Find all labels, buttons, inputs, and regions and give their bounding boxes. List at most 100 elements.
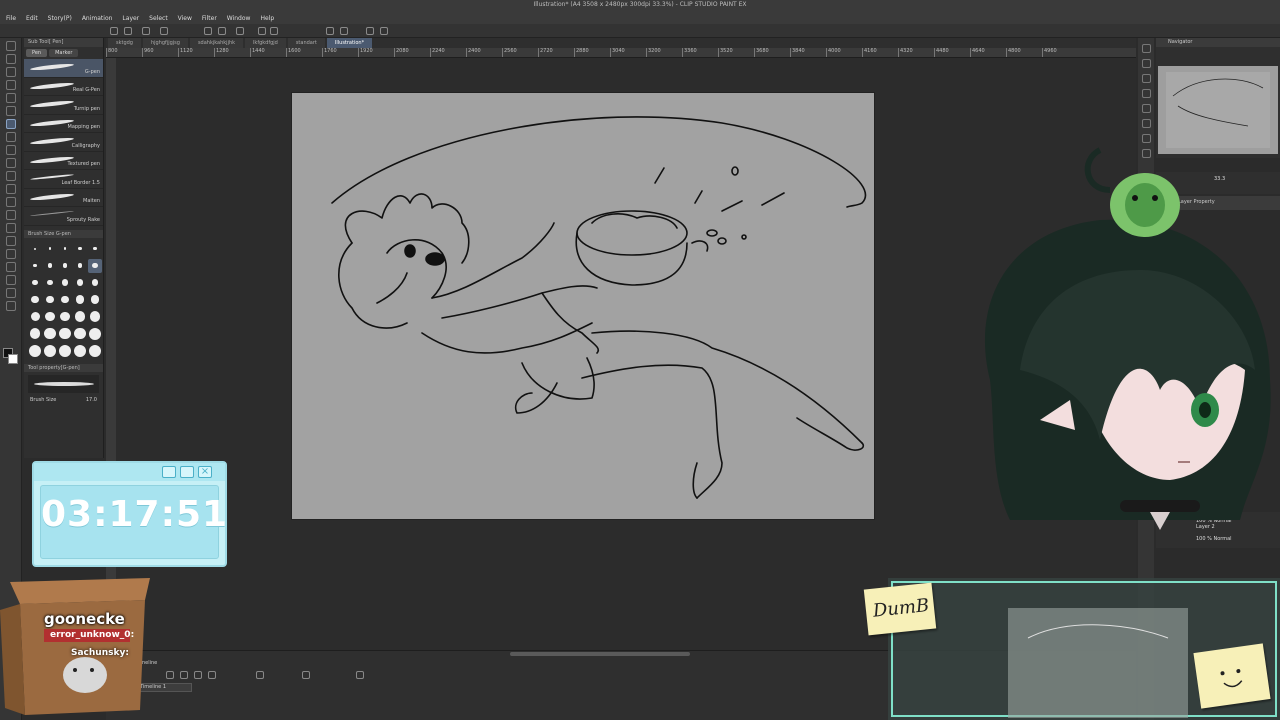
- brush-size-option[interactable]: [58, 276, 72, 290]
- brush-tool-icon[interactable]: [5, 145, 16, 155]
- menu-layer[interactable]: Layer: [122, 15, 139, 22]
- menu-filter[interactable]: Filter: [202, 15, 217, 22]
- brush-item[interactable]: Maiten: [24, 189, 103, 207]
- tab-marker[interactable]: Marker: [49, 49, 79, 57]
- navigator-icon[interactable]: [1141, 44, 1151, 53]
- blend-tool-icon[interactable]: [5, 197, 16, 207]
- layer-icon[interactable]: [366, 27, 374, 35]
- move-tool-icon[interactable]: [5, 54, 16, 64]
- doc-tab[interactable]: hjghgfjjgjsg: [142, 38, 188, 48]
- brush-size-option[interactable]: [88, 258, 102, 273]
- doc-tab[interactable]: sdahkjkahkjjhk: [189, 38, 244, 48]
- brush-size-option[interactable]: [43, 327, 57, 341]
- tab-pen[interactable]: Pen: [26, 49, 48, 57]
- keyframe-icon[interactable]: [356, 671, 364, 679]
- brush-size-option[interactable]: [73, 310, 87, 324]
- brush-item[interactable]: Mapping pen: [24, 115, 103, 133]
- brush-size-option[interactable]: [28, 242, 42, 256]
- operation-tool-icon[interactable]: [5, 67, 16, 77]
- brush-item[interactable]: Real G-Pen: [24, 78, 103, 96]
- grid-icon[interactable]: [380, 27, 388, 35]
- doc-tab[interactable]: sktgdg: [108, 38, 141, 48]
- brush-size-value[interactable]: 17.0: [86, 397, 97, 403]
- menu-help[interactable]: Help: [260, 15, 274, 22]
- fill-tool-icon[interactable]: [5, 210, 16, 220]
- doc-tab[interactable]: standart: [287, 38, 325, 48]
- brush-item[interactable]: Textured pen: [24, 152, 103, 170]
- next-frame-icon[interactable]: [208, 671, 216, 679]
- brush-size-option[interactable]: [88, 327, 102, 341]
- decoration-tool-icon[interactable]: [5, 171, 16, 181]
- brush-size-option[interactable]: [28, 293, 42, 307]
- brush-size-option[interactable]: [58, 344, 72, 358]
- menu-story[interactable]: Story(P): [48, 15, 72, 22]
- brush-size-option[interactable]: [73, 259, 87, 273]
- brush-item[interactable]: G-pen: [24, 59, 103, 78]
- gradient-tool-icon[interactable]: [5, 223, 16, 233]
- eraser-tool-icon[interactable]: [5, 184, 16, 194]
- snap-icon[interactable]: [340, 27, 348, 35]
- minimize-button[interactable]: [162, 466, 176, 478]
- stop-icon[interactable]: [180, 671, 188, 679]
- auto-select-tool-icon[interactable]: [5, 93, 16, 103]
- pencil-tool-icon[interactable]: [5, 132, 16, 142]
- zoom-tool-icon[interactable]: [5, 41, 16, 51]
- horizontal-scrollbar[interactable]: [510, 652, 690, 656]
- open-icon[interactable]: [124, 27, 132, 35]
- brush-size-option[interactable]: [43, 310, 57, 324]
- fill-icon[interactable]: [258, 27, 266, 35]
- brush-size-option[interactable]: [88, 276, 102, 290]
- close-button[interactable]: ×: [198, 466, 212, 478]
- subview-icon[interactable]: [1141, 59, 1151, 68]
- brush-size-option[interactable]: [58, 327, 72, 341]
- lasso-tool-icon[interactable]: [5, 80, 16, 90]
- brush-size-option[interactable]: [43, 344, 57, 358]
- brush-item[interactable]: Sprouty Rake: [24, 207, 103, 226]
- brush-size-option[interactable]: [58, 310, 72, 324]
- brush-size-option[interactable]: [28, 310, 42, 324]
- brush-size-option[interactable]: [73, 293, 87, 307]
- menu-animation[interactable]: Animation: [82, 15, 113, 22]
- figure-tool-icon[interactable]: [5, 236, 16, 246]
- brush-size-option[interactable]: [88, 242, 102, 256]
- onion-skin-icon[interactable]: [302, 671, 310, 679]
- brush-size-option[interactable]: [73, 327, 87, 341]
- brush-size-option[interactable]: [88, 310, 102, 324]
- undo-icon[interactable]: [204, 27, 212, 35]
- brush-size-option[interactable]: [73, 242, 87, 256]
- new-file-icon[interactable]: [110, 27, 118, 35]
- eyedropper-tool-icon[interactable]: [5, 106, 16, 116]
- ruler-tool-icon[interactable]: [5, 262, 16, 272]
- ruler-icon[interactable]: [326, 27, 334, 35]
- balloon-tool-icon[interactable]: [5, 288, 16, 298]
- settings-icon[interactable]: [160, 27, 168, 35]
- clear-icon[interactable]: [236, 27, 244, 35]
- prev-frame-icon[interactable]: [194, 671, 202, 679]
- brush-size-option[interactable]: [58, 242, 72, 256]
- brush-size-option[interactable]: [88, 293, 102, 307]
- brush-size-option[interactable]: [58, 293, 72, 307]
- brush-size-option[interactable]: [58, 259, 72, 273]
- menu-select[interactable]: Select: [149, 15, 168, 22]
- maximize-button[interactable]: [180, 466, 194, 478]
- brush-size-option[interactable]: [28, 276, 42, 290]
- redo-icon[interactable]: [218, 27, 226, 35]
- text-tool-icon[interactable]: [5, 275, 16, 285]
- info-icon[interactable]: [1141, 74, 1151, 83]
- correct-line-tool-icon[interactable]: [5, 301, 16, 311]
- brush-size-option[interactable]: [28, 259, 42, 273]
- save-icon[interactable]: [142, 27, 150, 35]
- material-icon[interactable]: [1141, 104, 1151, 113]
- menu-edit[interactable]: Edit: [26, 15, 38, 22]
- new-frame-icon[interactable]: [256, 671, 264, 679]
- sub-color-swatch[interactable]: [8, 354, 18, 364]
- brush-item[interactable]: Calligraphy: [24, 133, 103, 152]
- airbrush-tool-icon[interactable]: [5, 158, 16, 168]
- brush-item[interactable]: Leaf Border 1.5: [24, 170, 103, 189]
- brush-size-option[interactable]: [43, 259, 57, 273]
- brush-size-option[interactable]: [73, 344, 87, 358]
- menu-view[interactable]: View: [178, 15, 192, 22]
- brush-item[interactable]: Turnip pen: [24, 96, 103, 115]
- brush-size-option[interactable]: [43, 276, 57, 290]
- transform-icon[interactable]: [270, 27, 278, 35]
